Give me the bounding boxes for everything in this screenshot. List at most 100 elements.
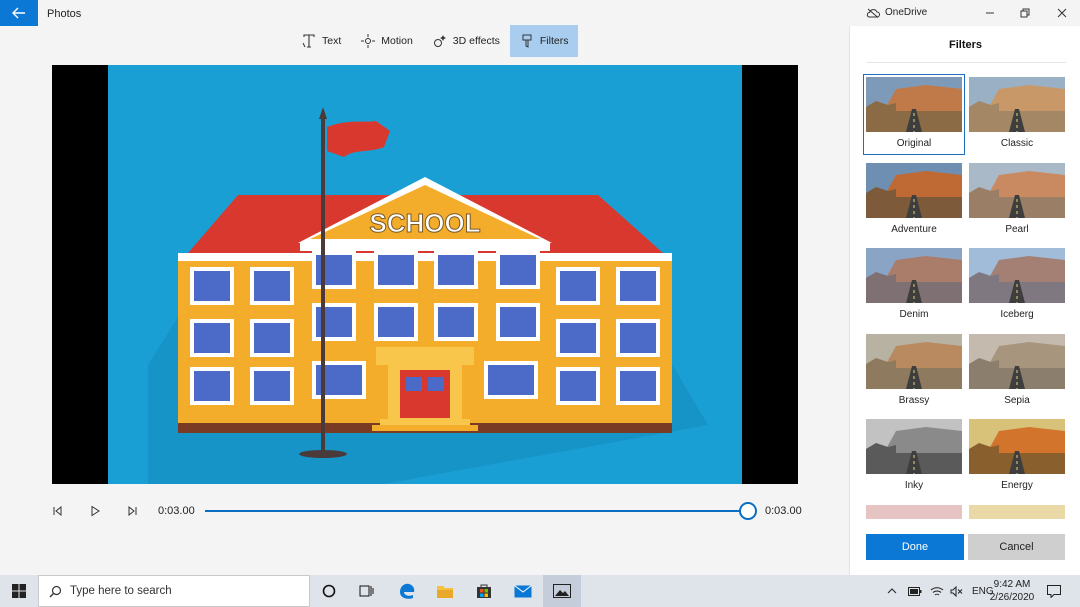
cloud-off-icon [866,8,880,18]
onedrive-label: OneDrive [885,7,928,18]
filter-thumbnail [866,419,962,474]
filter-label: Inky [904,480,924,491]
store-button[interactable] [465,575,503,607]
filter-label: Iceberg [1000,309,1034,320]
school-sign: SCHOOL [369,208,480,238]
filter-denim[interactable]: Denim [866,248,962,320]
filter-thumbnail [969,333,1065,389]
minimize-button[interactable] [979,4,1001,22]
onedrive-status[interactable]: OneDrive [866,7,927,18]
filter-label: Brassy [898,394,930,406]
filter-thumbnail-partial [866,505,962,519]
motion-tool-button[interactable]: Motion [351,25,423,57]
filter-thumbnail [866,248,962,303]
chevron-up-icon[interactable] [886,586,898,596]
search-icon [49,585,62,597]
video-frame: SCHOOL [108,65,742,484]
filter-pearl[interactable]: Pearl [969,162,1065,235]
cortana-button[interactable] [310,575,348,607]
next-frame-button[interactable] [126,504,140,518]
speaker-muted-icon[interactable] [950,585,964,597]
filter-brassy[interactable]: Brassy [866,333,962,406]
restore-button[interactable] [1014,4,1036,22]
windows-logo-icon [12,584,26,598]
filter-energy[interactable]: Energy [969,419,1065,491]
filter-thumbnail [969,248,1065,303]
play-icon [91,505,100,517]
clock-date: 2/26/2020 [989,592,1035,603]
battery-icon[interactable] [908,586,922,596]
filter-label: Sepia [1004,394,1030,406]
done-button[interactable]: Done [866,534,964,560]
start-button[interactable] [0,575,38,607]
filter-sepia[interactable]: Sepia [969,333,1065,406]
seek-bar[interactable] [205,510,748,512]
motion-tool-label: Motion [381,35,413,47]
close-icon [1057,8,1067,18]
filter-inky[interactable]: Inky [866,419,962,491]
system-tray: ENG [886,575,994,607]
school-illustration: SCHOOL [148,107,708,484]
taskbar-clock[interactable]: 9:42 AM 2/26/2020 [986,578,1038,604]
notifications-button[interactable] [1036,575,1072,607]
edge-button[interactable] [388,575,426,607]
photos-taskbar-button[interactable] [543,575,581,607]
filter-thumbnail [969,77,1065,132]
current-time: 0:03.00 [158,505,195,517]
app-title: Photos [47,8,82,20]
filters-tool-label: Filters [539,35,569,47]
step-forward-icon [128,505,137,517]
filter-label: Energy [1001,480,1033,491]
edge-icon [400,583,415,599]
previous-frame-button[interactable] [50,504,64,518]
filter-adventure[interactable]: Adventure [866,162,962,235]
3d-effects-tool-label: 3D effects [452,35,500,47]
filter-label: Denim [899,309,929,320]
filters-tool-button[interactable]: Filters [509,25,579,57]
cancel-button[interactable]: Cancel [968,534,1065,560]
task-view-button[interactable] [348,575,386,607]
filter-classic[interactable]: Classic [969,77,1065,149]
filter-iceberg[interactable]: Iceberg [969,248,1065,320]
mail-button[interactable] [504,575,542,607]
filter-thumbnail [969,162,1065,218]
text-tool-button[interactable]: Text [292,25,351,57]
search-placeholder: Type here to search [70,585,172,597]
sparkle-icon [433,35,446,47]
panel-title: Filters [948,39,982,51]
restore-icon [1020,8,1030,18]
wifi-icon[interactable] [930,586,944,597]
filter-label: Pearl [1005,223,1029,235]
minimize-icon [986,12,994,14]
close-button[interactable] [1051,4,1073,22]
edit-toolbar: Text Motion 3D effects Filters [292,25,579,57]
3d-effects-tool-button[interactable]: 3D effects [423,25,510,57]
filter-label: Classic [1000,138,1034,149]
step-back-icon [53,505,62,517]
back-button[interactable] [0,0,38,26]
seek-thumb[interactable] [739,502,757,520]
store-icon [477,584,491,598]
text-icon [302,34,315,48]
playback-controls: 0:03.00 0:03.00 [50,500,810,524]
play-button[interactable] [88,504,102,518]
photos-icon [553,584,571,598]
filter-icon [522,34,532,48]
arrow-left-icon [12,7,25,19]
video-preview[interactable]: SCHOOL [52,65,798,484]
text-tool-label: Text [322,35,342,47]
filters-panel: Filters Original Classic Adventure Pearl Den… [849,26,1080,575]
divider [866,62,1066,63]
file-explorer-button[interactable] [426,575,464,607]
filter-thumbnail [866,333,962,389]
cortana-icon [322,584,336,598]
taskbar-search[interactable]: Type here to search [38,575,310,607]
end-time: 0:03.00 [765,505,802,517]
mail-icon [514,584,532,597]
clock-time: 9:42 AM [993,579,1031,590]
folder-icon [437,585,453,598]
filter-thumbnail [969,419,1065,474]
filter-label: Adventure [891,223,937,235]
selected-filter-outline [863,74,965,155]
motion-icon [361,34,376,48]
